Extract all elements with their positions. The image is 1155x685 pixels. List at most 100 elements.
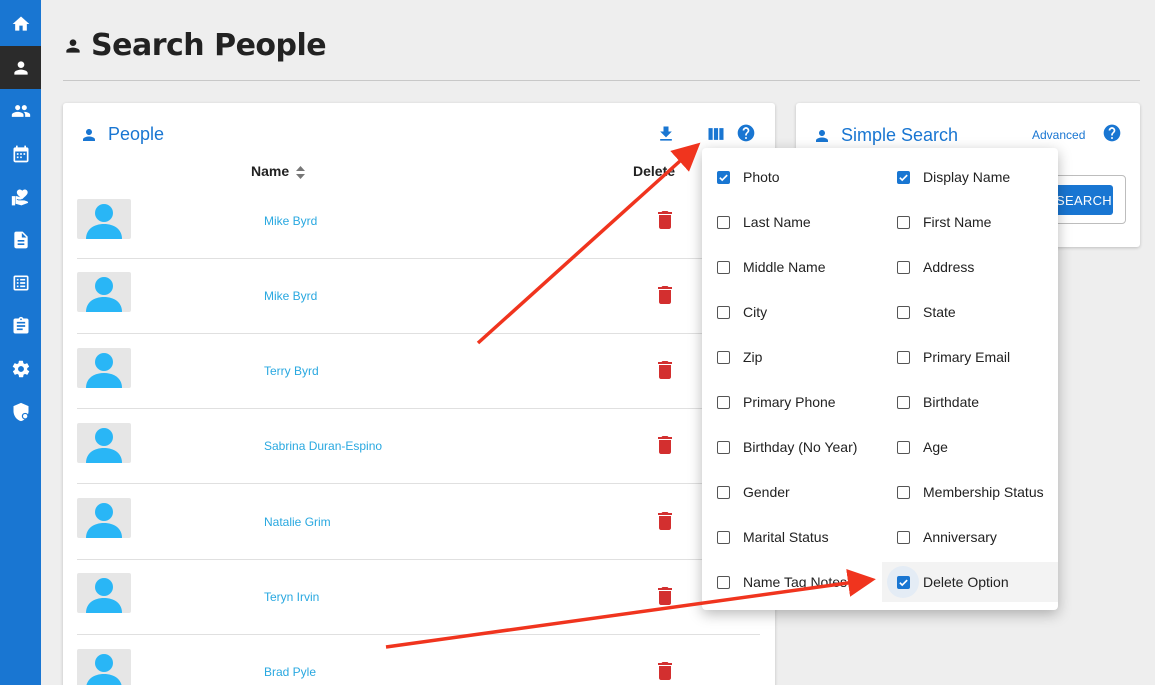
sidebar-item-calendar[interactable]	[0, 132, 41, 175]
checkbox[interactable]	[717, 350, 730, 364]
column-option[interactable]: Birthdate	[897, 382, 979, 422]
sidebar-item-lists[interactable]	[0, 261, 41, 304]
column-option[interactable]: Age	[897, 427, 948, 467]
column-option[interactable]: Name Tag Notes	[717, 562, 847, 602]
checkbox[interactable]	[717, 575, 730, 589]
column-option-label: Birthdate	[923, 394, 980, 410]
list-icon	[13, 275, 28, 290]
column-option-label: Birthday (No Year)	[743, 439, 858, 455]
checkbox[interactable]	[717, 215, 730, 229]
sidebar-item-home[interactable]	[0, 2, 41, 45]
checkbox[interactable]	[897, 215, 910, 229]
person-name-link[interactable]: Teryn Irvin	[264, 590, 319, 604]
column-option[interactable]: Membership Status	[897, 472, 1044, 512]
delete-button[interactable]	[657, 286, 673, 304]
sidebar-item-settings[interactable]	[0, 347, 41, 390]
person-name-link[interactable]: Natalie Grim	[264, 515, 331, 529]
column-option[interactable]: Birthday (No Year)	[717, 427, 857, 467]
person-name-link[interactable]: Mike Byrd	[264, 214, 317, 228]
delete-button[interactable]	[657, 512, 673, 530]
checkbox-checked[interactable]	[897, 575, 910, 589]
help-button[interactable]	[736, 123, 756, 143]
person-name-link[interactable]: Mike Byrd	[264, 289, 317, 303]
column-option[interactable]: Address	[897, 247, 974, 287]
delete-button[interactable]	[657, 587, 673, 605]
help-icon	[737, 124, 755, 142]
sidebar-item-documents[interactable]	[0, 218, 41, 261]
delete-button[interactable]	[657, 361, 673, 379]
checkbox[interactable]	[717, 485, 730, 499]
checkbox-checked[interactable]	[897, 170, 910, 184]
person-icon	[816, 129, 828, 142]
person-avatar-icon	[86, 654, 122, 685]
simple-search-title-text: Simple Search	[841, 125, 959, 145]
sidebar-item-tasks[interactable]	[0, 304, 41, 347]
column-option[interactable]: Photo	[717, 157, 780, 197]
person-name-link[interactable]: Brad Pyle	[264, 665, 316, 679]
person-avatar-icon	[86, 353, 122, 388]
column-option[interactable]: Middle Name	[717, 247, 825, 287]
column-option-label: Gender	[743, 484, 790, 500]
avatar	[77, 348, 131, 388]
column-option[interactable]: Anniversary	[897, 517, 997, 557]
checkbox[interactable]	[717, 305, 730, 319]
checkbox[interactable]	[897, 305, 910, 319]
search-button[interactable]: SEARCH	[1055, 185, 1113, 215]
column-option[interactable]: Last Name	[717, 202, 811, 242]
search-help-button[interactable]	[1102, 123, 1122, 143]
name-column-label: Name	[251, 163, 290, 179]
group-icon	[11, 104, 30, 117]
column-option-label: Zip	[743, 349, 763, 365]
table-row: Teryn Irvin	[63, 559, 760, 634]
person-name-link[interactable]: Sabrina Duran-Espino	[264, 439, 382, 453]
column-option[interactable]: Gender	[717, 472, 790, 512]
avatar	[77, 649, 131, 685]
column-option[interactable]: Primary Phone	[717, 382, 836, 422]
person-name-link[interactable]: Terry Byrd	[264, 364, 319, 378]
checkbox[interactable]	[897, 485, 910, 499]
name-column-header[interactable]: Name	[251, 163, 306, 179]
sidebar-item-people[interactable]	[0, 46, 41, 89]
advanced-search-link[interactable]: Advanced	[1032, 128, 1085, 142]
trash-icon	[658, 662, 672, 680]
delete-button[interactable]	[657, 211, 673, 229]
sidebar-item-donations[interactable]	[0, 175, 41, 218]
column-option[interactable]: Marital Status	[717, 517, 829, 557]
checkbox[interactable]	[717, 260, 730, 274]
sidebar-item-groups[interactable]	[0, 89, 41, 132]
delete-button[interactable]	[657, 662, 673, 680]
checkbox[interactable]	[717, 530, 730, 544]
person-icon	[66, 38, 80, 53]
table-row: Natalie Grim	[63, 483, 760, 558]
column-option-label: Last Name	[743, 214, 811, 230]
sort-icon	[296, 165, 306, 179]
checkbox[interactable]	[717, 440, 730, 454]
checkbox[interactable]	[897, 395, 910, 409]
header-divider	[63, 80, 1140, 81]
gear-icon	[12, 360, 29, 377]
sidebar-item-admin[interactable]	[0, 390, 41, 433]
checkbox[interactable]	[897, 260, 910, 274]
column-option-label: Age	[923, 439, 948, 455]
column-option[interactable]: First Name	[897, 202, 991, 242]
column-option[interactable]: Zip	[717, 337, 762, 377]
checkbox[interactable]	[717, 395, 730, 409]
checkbox[interactable]	[897, 350, 910, 364]
download-button[interactable]	[656, 124, 676, 144]
help-icon	[1103, 124, 1121, 142]
column-option[interactable]: City	[717, 292, 767, 332]
column-option[interactable]: Delete Option	[897, 562, 1009, 602]
sidebar	[0, 0, 41, 685]
person-avatar-icon	[86, 578, 122, 613]
checkbox[interactable]	[897, 440, 910, 454]
delete-column-header: Delete	[633, 163, 676, 179]
columns-button[interactable]	[706, 124, 726, 144]
delete-button[interactable]	[657, 436, 673, 454]
person-avatar-icon	[86, 503, 122, 538]
column-option[interactable]: State	[897, 292, 956, 332]
column-option-label: City	[743, 304, 768, 320]
column-option[interactable]: Primary Email	[897, 337, 1010, 377]
column-option[interactable]: Display Name	[897, 157, 1010, 197]
checkbox[interactable]	[897, 530, 910, 544]
checkbox-checked[interactable]	[717, 170, 730, 184]
